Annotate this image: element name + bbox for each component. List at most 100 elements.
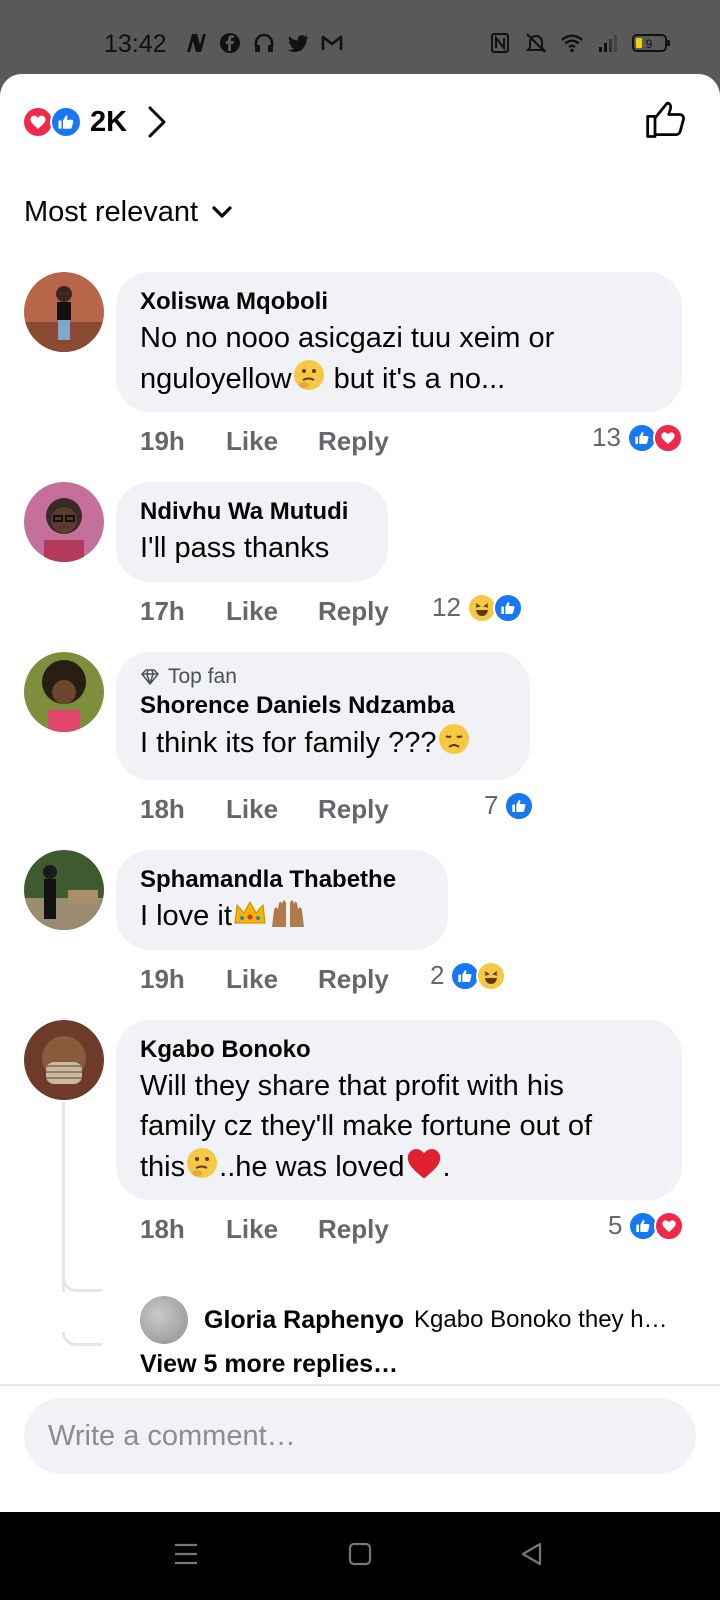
comment-input-placeholder: Write a comment… [48,1419,296,1452]
like-reaction-icon [504,790,535,821]
comment-bubble[interactable]: Top fan Shorence Daniels Ndzamba I think… [116,652,530,780]
reactions-summary[interactable]: 2K [22,102,167,142]
comment-bubble[interactable]: Xoliswa Mqoboli No no nooo asicgazi tuu … [116,272,682,412]
comment-reactions[interactable]: 13 [592,422,683,453]
comment-author[interactable]: Kgabo Bonoko [140,1034,658,1066]
status-time: 13:42 [104,30,167,58]
like-button[interactable]: Like [226,794,318,825]
comment-bubble[interactable]: Sphamandla Thabethe I love it [116,850,448,950]
comment-time: 18h [140,794,185,824]
like-post-button[interactable] [644,98,688,142]
avatar[interactable] [24,482,104,562]
signal-icon [599,35,617,52]
comment-bubble[interactable]: Kgabo Bonoko Will they share that profit… [116,1020,682,1200]
comment-actions: 18h Like Reply [140,794,389,825]
comment-reactions[interactable]: 7 [484,790,535,821]
haha-reaction-icon [476,960,507,991]
comment-text: I love it [140,896,424,936]
status-bar: 13:42 9 [0,0,720,74]
comment-reactions[interactable]: 12 [432,592,523,623]
avatar[interactable] [24,850,104,930]
comment-time: 19h [140,426,185,456]
comment-text: No no nooo asicgazi tuu xeim or nguloyel… [140,322,555,395]
comment-bubble[interactable]: Ndivhu Wa Mutudi I'll pass thanks [116,482,388,582]
reaction-count: 2K [90,105,128,138]
comment-time: 18h [140,1214,185,1244]
comments-sheet: 2K Most relevant Xoliswa Mqoboli No no n… [0,74,720,1512]
thread-connector [62,1278,102,1292]
sort-label: Most relevant [24,196,199,228]
view-more-replies-link[interactable]: View 5 more replies… [140,1350,398,1379]
thread-connector [62,1332,102,1346]
comment-actions: 19h Like Reply [140,426,389,457]
comment-reactions[interactable]: 2 [430,960,507,991]
reaction-count: 5 [608,1210,623,1240]
red-heart-emoji-icon [407,1149,440,1179]
headphones-icon [254,33,274,52]
raised-hands-emoji-icon [271,900,304,927]
notification-icons [184,31,344,55]
home-icon[interactable] [346,1540,374,1568]
diamond-icon [141,669,159,685]
comment-time: 17h [140,596,185,626]
reply-button[interactable]: Reply [318,596,389,627]
comment-text: I'll pass thanks [140,532,330,564]
comment-actions: 18h Like Reply [140,1214,389,1245]
comment-time: 19h [140,964,185,994]
avatar[interactable] [140,1296,188,1344]
reaction-count: 7 [484,790,499,820]
back-icon[interactable] [518,1540,546,1568]
comment-author[interactable]: Sphamandla Thabethe [140,864,424,896]
comment-text: I think its for family ??? [140,722,506,763]
like-reaction-icon [492,592,523,623]
reply-author[interactable]: Gloria Raphenyo [204,1306,404,1335]
thinking-emoji-icon [187,1148,218,1178]
sort-dropdown[interactable]: Most relevant [24,196,232,229]
divider [0,1384,720,1386]
comment-author[interactable]: Ndivhu Wa Mutudi [140,496,364,528]
comment-author[interactable]: Xoliswa Mqoboli [140,286,658,318]
nfc-icon [491,33,509,53]
reply-button[interactable]: Reply [318,964,389,995]
disappointed-emoji-icon [438,724,469,754]
comment-author[interactable]: Shorence Daniels Ndzamba [140,690,506,722]
reaction-count: 2 [430,960,445,990]
avatar[interactable] [24,652,104,732]
system-nav-bar [0,1512,720,1600]
gmail-icon [321,35,343,50]
chevron-down-icon [212,205,232,218]
reaction-count: 13 [592,422,621,452]
top-fan-badge: Top fan [140,664,506,690]
chevron-right-icon [148,106,166,138]
comment-text: Will they share that profit with his fam… [140,1070,593,1183]
reply-text: Kgabo Bonoko they h… [414,1306,668,1333]
comment-reactions[interactable]: 5 [608,1210,685,1241]
reply-button[interactable]: Reply [318,794,389,825]
avatar[interactable] [24,1020,104,1100]
reaction-count: 12 [432,592,461,622]
n-icon [187,34,206,52]
like-button[interactable]: Like [226,426,318,457]
mute-icon [525,33,547,53]
crown-emoji-icon [234,900,266,924]
comment-actions: 19h Like Reply [140,964,389,995]
reply-button[interactable]: Reply [318,426,389,457]
love-reaction-icon [652,422,683,453]
comment-actions: 17h Like Reply [140,596,389,627]
avatar[interactable] [24,272,104,352]
like-button[interactable]: Like [226,1214,318,1245]
reply-button[interactable]: Reply [318,1214,389,1245]
thinking-emoji-icon [293,360,324,390]
like-button[interactable]: Like [226,596,318,627]
like-button[interactable]: Like [226,964,318,995]
wifi-icon [561,34,583,53]
like-reaction-icon [50,106,82,138]
svg-text:9: 9 [646,37,653,51]
facebook-icon [220,33,240,53]
twitter-icon [287,35,308,52]
comment-input[interactable]: Write a comment… [24,1398,696,1474]
battery-icon: 9 [632,34,670,52]
reply-preview[interactable]: Gloria Raphenyo Kgabo Bonoko they h… [140,1296,700,1344]
menu-icon[interactable] [172,1540,200,1568]
thread-line [62,1102,65,1292]
